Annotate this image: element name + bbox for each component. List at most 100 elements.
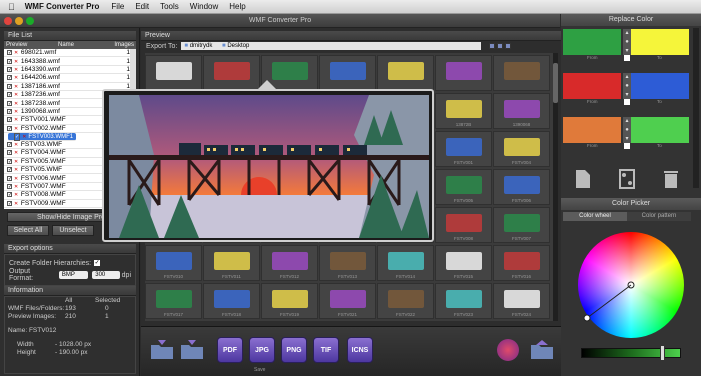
swap-arrows-icon[interactable]: ▴ ● ▾ <box>623 117 631 143</box>
apple-icon[interactable]:  <box>8 2 15 12</box>
preview-thumbnail[interactable] <box>493 55 550 91</box>
remove-file-icon[interactable]: ✕ <box>14 126 19 132</box>
from-color-swatch-3[interactable] <box>563 117 621 143</box>
swap-arrows-icon[interactable]: ▴ ● ▾ <box>623 73 631 99</box>
replace-checkbox-2[interactable] <box>624 99 630 105</box>
preview-thumbnail[interactable]: FSTV022 <box>377 283 434 319</box>
file-checkbox[interactable]: ✓ <box>7 175 12 181</box>
preview-thumbnail[interactable]: FSTV018 <box>203 283 260 319</box>
preview-thumbnail[interactable] <box>203 55 260 91</box>
menu-file[interactable]: File <box>111 2 124 11</box>
dpi-select[interactable]: 300 <box>92 271 120 279</box>
file-checkbox[interactable]: ✓ <box>14 132 21 141</box>
pipette-icon[interactable] <box>619 169 635 189</box>
unselect-button[interactable]: Unselect <box>52 225 94 236</box>
list-view-icon[interactable] <box>497 43 504 49</box>
new-file-icon[interactable] <box>575 169 591 189</box>
preview-thumbnail[interactable]: FSTV016 <box>493 245 550 281</box>
add-files-icon[interactable] <box>179 339 205 361</box>
convert-icon[interactable] <box>497 339 519 361</box>
large-view-icon[interactable] <box>505 43 512 49</box>
file-checkbox[interactable]: ✓ <box>7 200 12 206</box>
menu-help[interactable]: Help <box>229 2 245 11</box>
preview-thumbnail[interactable]: FSTV010 <box>145 245 202 281</box>
file-checkbox[interactable]: ✓ <box>7 75 12 81</box>
preview-thumbnail[interactable] <box>435 55 492 91</box>
export-pdf-button[interactable]: PDF <box>217 337 243 363</box>
file-checkbox[interactable]: ✓ <box>7 125 12 131</box>
file-checkbox[interactable]: ✓ <box>7 66 12 72</box>
remove-file-icon[interactable]: ✕ <box>14 142 19 148</box>
file-checkbox[interactable]: ✓ <box>7 192 12 198</box>
file-checkbox[interactable]: ✓ <box>7 50 12 56</box>
file-checkbox[interactable]: ✓ <box>7 100 12 106</box>
remove-file-icon[interactable]: ✕ <box>14 109 19 115</box>
remove-file-icon[interactable]: ✕ <box>14 176 19 182</box>
from-color-swatch-2[interactable] <box>563 73 621 99</box>
output-format-select[interactable]: BMP <box>58 271 89 279</box>
app-menu[interactable]: WMF Converter Pro <box>25 2 100 11</box>
preview-thumbnail[interactable]: FSTV004 <box>493 131 550 167</box>
remove-file-icon[interactable]: ✕ <box>14 167 19 173</box>
zoom-window-button[interactable] <box>26 17 34 25</box>
close-window-button[interactable] <box>4 17 12 25</box>
preview-thumbnail[interactable]: FSTV005 <box>435 169 492 205</box>
preview-thumbnail[interactable] <box>145 55 202 91</box>
preview-thumbnail[interactable]: FSTV015 <box>435 245 492 281</box>
file-row[interactable]: ✓ ✕ FSTV003.WMF1 <box>8 132 77 141</box>
file-row[interactable]: ✓ ✕ 1644206.wmf 1 <box>4 74 130 83</box>
remove-file-icon[interactable]: ✕ <box>14 50 19 56</box>
preview-thumbnail[interactable]: FSTV013 <box>319 245 376 281</box>
remove-file-icon[interactable]: ✕ <box>14 159 19 165</box>
select-all-button[interactable]: Select All <box>7 225 49 236</box>
preview-thumbnail[interactable]: 1390068 <box>493 93 550 129</box>
remove-file-icon[interactable]: ✕ <box>14 117 19 123</box>
preview-thumbnail[interactable]: FSTV008 <box>435 207 492 243</box>
file-checkbox[interactable]: ✓ <box>7 58 12 64</box>
to-color-swatch-2[interactable] <box>631 73 689 99</box>
replace-checkbox-3[interactable] <box>624 143 630 149</box>
file-checkbox[interactable]: ✓ <box>7 150 12 156</box>
replace-checkbox-1[interactable] <box>624 55 630 61</box>
preview-thumbnail[interactable]: FSTV021 <box>319 283 376 319</box>
export-icns-button[interactable]: ICNS <box>347 337 373 363</box>
column-name[interactable]: Name <box>26 41 106 49</box>
preview-thumbnail[interactable]: FSTV017 <box>145 283 202 319</box>
file-checkbox[interactable]: ✓ <box>7 108 12 114</box>
file-row[interactable]: ✓ ✕ 698021.wmf 1 <box>4 49 130 58</box>
preview-thumbnail[interactable]: FSTV007 <box>493 207 550 243</box>
remove-file-icon[interactable]: ✕ <box>14 84 19 90</box>
brightness-gradient[interactable] <box>581 348 681 358</box>
remove-file-icon[interactable]: ✕ <box>14 184 19 190</box>
brightness-slider[interactable] <box>660 345 665 361</box>
tab-color-wheel[interactable]: Color wheel <box>563 212 627 221</box>
column-images[interactable]: Images <box>106 41 136 49</box>
preview-thumbnail[interactable]: FSTV012 <box>261 245 318 281</box>
preview-thumbnail[interactable]: FSTV014 <box>377 245 434 281</box>
menu-tools[interactable]: Tools <box>160 2 179 11</box>
path-user[interactable]: dmitrydk <box>190 43 213 49</box>
file-checkbox[interactable]: ✓ <box>7 83 12 89</box>
menu-window[interactable]: Window <box>190 2 218 11</box>
file-checkbox[interactable]: ✓ <box>7 158 12 164</box>
preview-thumbnail[interactable]: FSTV019 <box>261 283 318 319</box>
preview-scrollbar[interactable] <box>553 53 558 321</box>
preview-thumbnail[interactable] <box>319 55 376 91</box>
preview-thumbnail[interactable]: 13872B <box>435 93 492 129</box>
export-folder-icon[interactable] <box>529 339 555 361</box>
file-checkbox[interactable]: ✓ <box>7 167 12 173</box>
remove-file-icon[interactable]: ✕ <box>14 201 19 207</box>
swap-arrows-icon[interactable]: ▴ ● ▾ <box>623 29 631 55</box>
export-png-button[interactable]: PNG <box>281 337 307 363</box>
preview-thumbnail[interactable]: FSTV023 <box>435 283 492 319</box>
file-checkbox[interactable]: ✓ <box>7 92 12 98</box>
tab-color-pattern[interactable]: Color pattern <box>627 212 691 221</box>
preview-thumbnail[interactable] <box>377 55 434 91</box>
file-checkbox[interactable]: ✓ <box>7 184 12 190</box>
preview-thumbnail[interactable]: FSTV024 <box>493 283 550 319</box>
remove-file-icon[interactable]: ✕ <box>14 192 19 198</box>
to-color-swatch-3[interactable] <box>631 117 689 143</box>
file-checkbox[interactable]: ✓ <box>7 117 12 123</box>
export-path[interactable]: ■ dmitrydk ■ Desktop <box>181 42 482 50</box>
preview-thumbnail[interactable]: FSTV001 <box>435 131 492 167</box>
